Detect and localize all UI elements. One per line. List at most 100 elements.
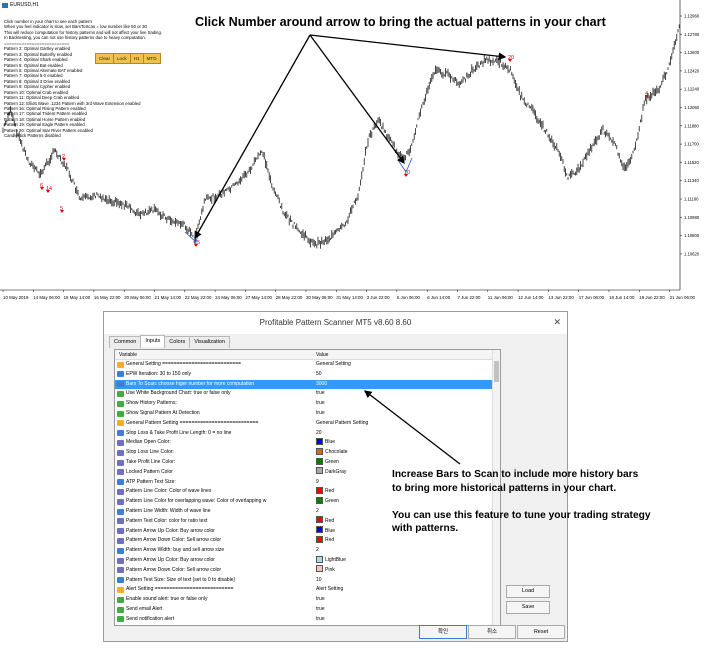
reset-button[interactable]: Reset [517,625,565,639]
input-row[interactable]: Stop Loss & Take Profit Line Length: 0 =… [115,429,494,438]
input-row[interactable]: Send notification alert true [115,615,494,624]
timeframe-button[interactable]: H1 [131,54,144,63]
tab-common[interactable]: Common [109,336,142,348]
tab-colors[interactable]: Colors [164,336,191,348]
lock-button[interactable]: Lock [114,54,131,63]
x-tick-label: 27 May 14:00 [245,295,272,300]
input-value-cell[interactable]: Red [316,516,334,526]
input-value: true [316,606,325,612]
input-row[interactable]: Bars To Scan: choose higer number for mo… [115,379,494,389]
input-value-cell[interactable]: Red [316,487,334,496]
input-row[interactable]: Show Signal Pattern At Detection true [115,409,494,418]
mtd-button[interactable]: MTD [144,54,160,63]
input-row[interactable]: Pattern Arrow Width: buy and sell arrow … [115,546,494,555]
input-row[interactable]: Take Profit Line Color: Green [115,457,494,467]
input-row[interactable]: Stop Loss Line Color: Chocolate [115,447,494,457]
y-tick-label: 1.11340 [684,178,699,183]
input-row[interactable]: Show History Patterns: true [115,399,494,408]
input-value: Green [325,498,339,505]
input-row[interactable]: EPW Iteration: 30 to 150 only 50 [115,370,494,379]
input-variable: Pattern Line Color: Color of wave lines [126,488,212,495]
cancel-button[interactable]: 취소 [468,625,516,639]
input-value-cell[interactable]: Chocolate [316,447,348,457]
input-variable: Pattern Arrow Width: buy and sell arrow … [126,547,225,554]
save-button[interactable]: Save [506,601,550,614]
clear-button[interactable]: Clear [96,54,114,63]
input-value-cell[interactable]: 2 [316,507,319,516]
color-icon [117,498,124,505]
input-value-cell[interactable]: 20 [316,429,322,438]
input-value-cell[interactable]: true [316,389,325,398]
price-chart[interactable]: 1.12960 1.12780 1.12600 1.12420 1.12240 1.120… [0,0,705,305]
input-row[interactable]: Alert Setting ==========================… [115,585,494,594]
color-icon [117,459,124,466]
input-row[interactable]: Enable sound alert: true or false only tr… [115,595,494,604]
header-value[interactable]: Value [316,352,328,358]
input-row[interactable]: General Setting ========================… [115,360,494,369]
candlestick-status: Candlestick Patterns disabled [4,133,61,138]
input-value-cell[interactable]: Alert Setting [316,585,343,594]
input-value-cell[interactable]: Blue [316,438,335,447]
input-row[interactable]: Pattern Arrow Down Color: Sell arrow col… [115,536,494,545]
scrollbar-thumb[interactable] [494,361,499,382]
ok-button[interactable]: 확인 [419,625,467,639]
input-variable: Pattern Text Color: color for ratio text [126,517,208,524]
input-value: true [316,390,325,397]
input-value-cell[interactable]: Green [316,457,339,467]
input-value-cell[interactable]: 50 [316,370,322,379]
input-variable: Pattern Arrow Up Color: Buy arrow color [126,527,215,534]
input-value: 2 [316,547,319,554]
color-icon [117,537,124,544]
input-variable: Take Profit Line Color: [126,459,176,465]
input-row[interactable]: Median Open Color: Blue [115,438,494,447]
input-value-cell[interactable]: Green [316,496,339,506]
annotation-line: Increase Bars to Scan to include more hi… [392,469,639,480]
annotation-top: Click Number around arrow to bring the a… [195,15,606,29]
input-value-cell[interactable]: true [316,595,325,604]
color-swatch [316,487,323,495]
input-value-cell[interactable]: General Setting [316,360,351,369]
color-swatch [316,438,323,446]
input-value-cell[interactable]: 3000 [316,380,327,389]
boolean-icon [117,400,124,407]
color-swatch [316,536,323,544]
pattern-number-marker: 6 [40,183,43,189]
color-swatch [316,496,323,504]
input-value-cell[interactable]: Red [316,536,334,545]
tab-visualization[interactable]: Visualization [189,336,230,348]
input-row[interactable]: Pattern Arrow Down Color: Sell arrow col… [115,565,494,575]
color-icon [117,567,124,574]
input-variable: Pattern Arrow Down Color: Sell arrow col… [126,566,222,573]
input-value-cell[interactable]: 2 [316,546,319,555]
input-variable: Bars To Scan: choose higer number for mo… [126,380,255,387]
input-value-cell[interactable]: 10 [316,576,322,585]
input-value-cell[interactable]: true [316,605,325,614]
input-row[interactable]: Use White Background Chart: true or fals… [115,389,494,398]
annotation-middle: Increase Bars to Scan to include more hi… [392,468,651,536]
input-value-cell[interactable]: true [316,615,325,624]
color-swatch [316,457,323,465]
input-value-cell[interactable]: LightBlue [316,555,346,565]
load-button[interactable]: Load [506,585,550,598]
input-row[interactable]: General Pattern Setting ================… [115,419,494,428]
input-value-cell[interactable]: true [316,409,325,418]
x-tick-label: 5 Jun 06:00 [397,295,421,300]
input-value-cell[interactable]: DarkGray [316,467,346,477]
x-tick-label: 19 Jun 22:00 [639,295,665,300]
input-variable: Pattern Line Color for overlapping wave:… [126,498,267,505]
input-value-cell[interactable]: true [316,399,325,408]
input-value-cell[interactable]: Blue [316,526,335,536]
close-icon[interactable]: ✕ [553,317,561,328]
input-row[interactable]: Pattern Arrow Up Color: Buy arrow color L… [115,555,494,565]
input-value-cell[interactable]: 9 [316,478,319,487]
y-tick-label: 1.11520 [684,160,699,165]
y-tick-label: 1.12420 [684,68,700,73]
input-row[interactable]: Send email Alert true [115,605,494,614]
boolean-icon [117,606,124,613]
header-variable[interactable]: Variable [119,352,137,358]
input-row[interactable]: Pattern Text Size: Size of text (set to … [115,576,494,585]
info-text-block: Click number in your chart to see each p… [4,19,162,133]
tab-inputs[interactable]: Inputs [140,335,166,347]
input-value-cell[interactable]: Pink [316,565,335,575]
input-value-cell[interactable]: General Pattern Setting [316,419,368,428]
